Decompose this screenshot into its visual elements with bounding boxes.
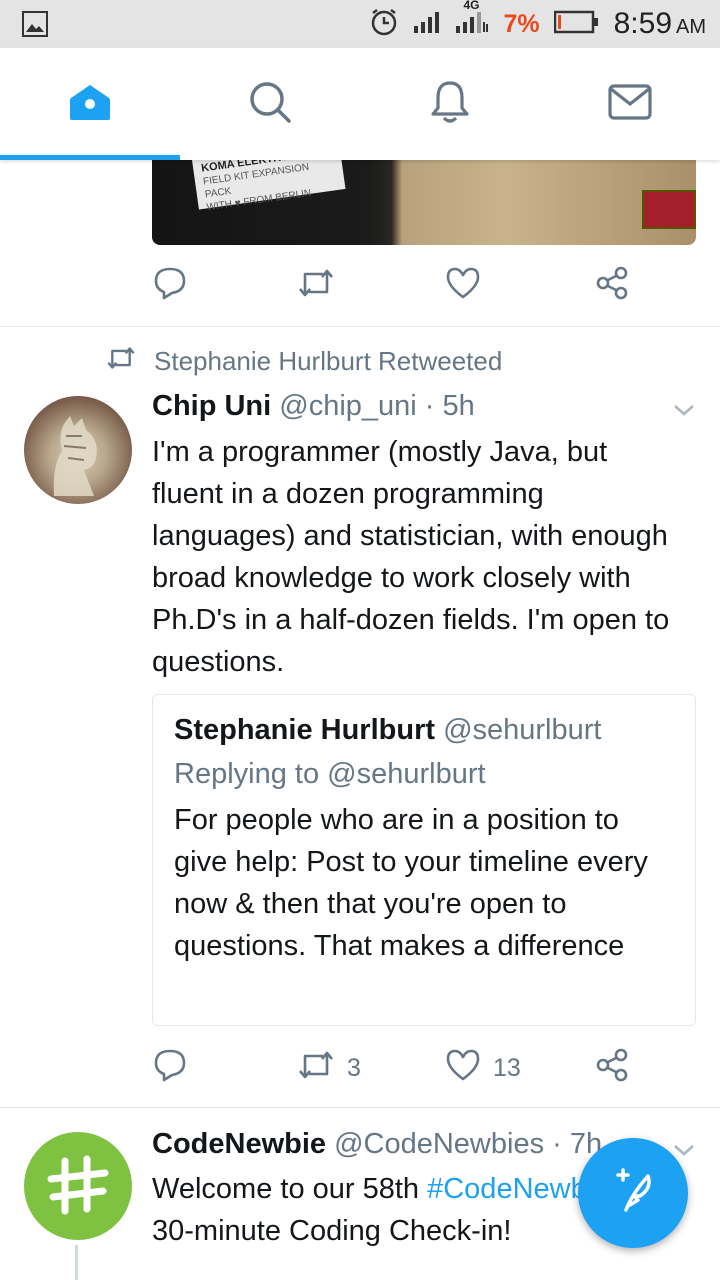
selected-tab-indicator [0,155,180,160]
quoted-author-name: Stephanie Hurlburt [174,714,436,746]
share-button[interactable] [594,266,630,306]
clock-time: 8:59 [613,7,672,40]
retweeted-by-text: Stephanie Hurlburt Retweeted [154,346,503,376]
tweet-text-part: Welcome to our 58th [152,1173,428,1205]
timeline-feed[interactable]: KOMA ELEKTRONIK FIELD KIT EXPANSION PACK… [0,160,720,1280]
circuit-board [642,190,696,229]
quoted-tweet-text: For people who are in a position to give… [174,804,648,962]
author-name[interactable]: CodeNewbie [152,1128,326,1160]
author-handle[interactable]: @CodeNewbies [334,1128,544,1160]
mobile-data-4g-icon: 4G [455,0,489,39]
tab-home[interactable] [0,48,180,160]
tweet-header: Chip Uni @chip_uni · 5h [152,390,475,423]
battery-percentage: 7% [503,9,540,38]
reply-button[interactable] [152,266,188,306]
clock-ampm: AM [676,16,706,38]
heart-icon [445,266,481,307]
quoted-tweet[interactable]: Stephanie Hurlburt @sehurlburt Replying … [152,694,696,1026]
tweet-divider [0,326,720,327]
compose-tweet-button[interactable] [578,1138,688,1248]
tweet-media-image[interactable]: KOMA ELEKTRONIK FIELD KIT EXPANSION PACK… [152,160,696,245]
retweeted-by-label[interactable]: Stephanie Hurlburt Retweeted [106,346,502,377]
share-icon [594,265,630,308]
compose-feather-icon [608,1166,658,1221]
reply-button[interactable] [152,1048,188,1088]
retweet-count: 3 [347,1053,361,1082]
home-icon [68,82,112,127]
quoted-author-handle: @sehurlburt [443,714,602,746]
share-icon [594,1047,630,1090]
tweet-actions: 3 13 [152,1048,642,1088]
tweet-time: · 5h [424,390,475,422]
avatar[interactable] [24,396,132,504]
tweet-text: I'm a programmer (mostly Java, but fluen… [152,436,670,678]
retweet-icon [297,268,335,305]
alarm-icon [369,7,399,42]
tweet-header: CodeNewbie @CodeNewbies · 7h [152,1128,602,1161]
product-box: KOMA ELEKTRONIK FIELD KIT EXPANSION PACK… [192,160,346,213]
retweet-button[interactable] [297,266,335,306]
retweet-icon [297,1050,335,1087]
tweet-divider [0,1107,720,1108]
heart-icon [445,1048,481,1089]
search-icon [248,80,292,129]
tab-notifications[interactable] [360,48,540,160]
like-count: 13 [493,1053,521,1082]
author-name[interactable]: Chip Uni [152,390,271,422]
chevron-down-icon[interactable] [672,402,696,423]
retweet-button[interactable]: 3 [297,1048,361,1088]
gallery-notification-icon [22,11,48,42]
status-bar: 4G 7% 8:59 AM [0,0,720,48]
network-type-label: 4G [463,0,480,12]
tweet-actions [152,266,642,306]
reply-icon [152,1047,188,1090]
tab-bar [0,48,720,160]
avatar[interactable] [24,1132,132,1240]
tab-messages[interactable] [540,48,720,160]
share-button[interactable] [594,1048,630,1088]
tab-search[interactable] [180,48,360,160]
replying-to-label: Replying to @sehurlburt [174,758,486,790]
tweet-text-part: 30-minute Coding Check-in! [152,1215,512,1247]
battery-icon [553,10,600,39]
retweet-icon [106,346,136,377]
clock: 8:59 AM [614,7,706,41]
mail-icon [608,83,652,125]
bell-icon [429,80,471,129]
like-button[interactable]: 13 [445,1048,521,1088]
like-button[interactable] [445,266,481,306]
reply-icon [152,265,188,308]
author-handle[interactable]: @chip_uni [279,390,416,422]
quoted-tweet-header: Stephanie Hurlburt @sehurlburt [174,709,675,751]
thread-connector-line [75,1245,78,1280]
signal-icon [413,10,441,39]
